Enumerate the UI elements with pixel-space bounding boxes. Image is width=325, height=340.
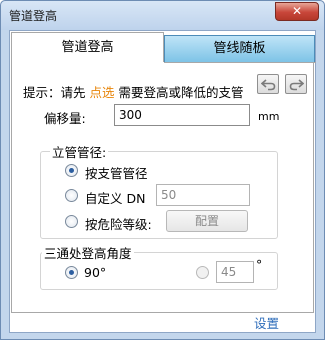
offset-input[interactable]: 300 <box>114 104 250 126</box>
radio-hazard-level-label: 按危险等级: <box>85 217 152 232</box>
settings-link[interactable]: 设置 <box>254 313 279 332</box>
radio-angle-custom[interactable] <box>196 266 209 279</box>
undo-button[interactable] <box>257 74 279 94</box>
radio-angle-90[interactable] <box>65 266 78 279</box>
radio-branch-diameter-label: 按支管管径 <box>85 166 148 181</box>
hint-text: 提示：请先 点选 需要登高或降低的支管 <box>23 82 271 101</box>
radio-angle-90-label: 90° <box>84 265 107 280</box>
tee-angle-title: 三通处登高角度 <box>42 243 134 262</box>
redo-arrow-icon <box>289 79 304 91</box>
radio-hazard-level[interactable] <box>65 215 78 228</box>
riser-diameter-title: 立管管径: <box>50 142 109 161</box>
window-title: 管道登高 <box>9 9 58 23</box>
offset-unit: mm <box>258 110 280 123</box>
radio-custom-dn[interactable] <box>65 189 78 202</box>
radio-branch-diameter[interactable] <box>65 164 78 177</box>
dialog-window: 管道登高 ✕ 管道登高 管线随板 提示：请先 点选 需要登高或降低的支管 偏移量… <box>0 0 325 340</box>
title-bar: 管道登高 ✕ <box>1 1 324 30</box>
hint-suffix: 需要登高或降低的支管 <box>114 85 244 100</box>
custom-dn-input[interactable]: 50 <box>156 184 250 206</box>
dialog-client-area: 管道登高 管线随板 提示：请先 点选 需要登高或降低的支管 偏移量: 300 m… <box>9 30 316 333</box>
hint-highlight: 点选 <box>89 85 115 100</box>
close-button[interactable]: ✕ <box>275 2 319 21</box>
radio-custom-dn-label: 自定义 DN <box>85 191 146 206</box>
hint-prefix: 提示：请先 <box>23 85 90 100</box>
offset-label: 偏移量: <box>44 111 86 126</box>
redo-button[interactable] <box>285 74 307 94</box>
undo-arrow-icon <box>261 79 276 91</box>
tab-pipe-raise[interactable]: 管道登高 <box>11 32 164 62</box>
angle-custom-input[interactable]: 45 <box>216 261 254 283</box>
tab-pipe-follow-slab[interactable]: 管线随板 <box>164 35 315 63</box>
angle-degree-unit: ° <box>256 257 263 272</box>
configure-button[interactable]: 配置 <box>166 210 248 232</box>
